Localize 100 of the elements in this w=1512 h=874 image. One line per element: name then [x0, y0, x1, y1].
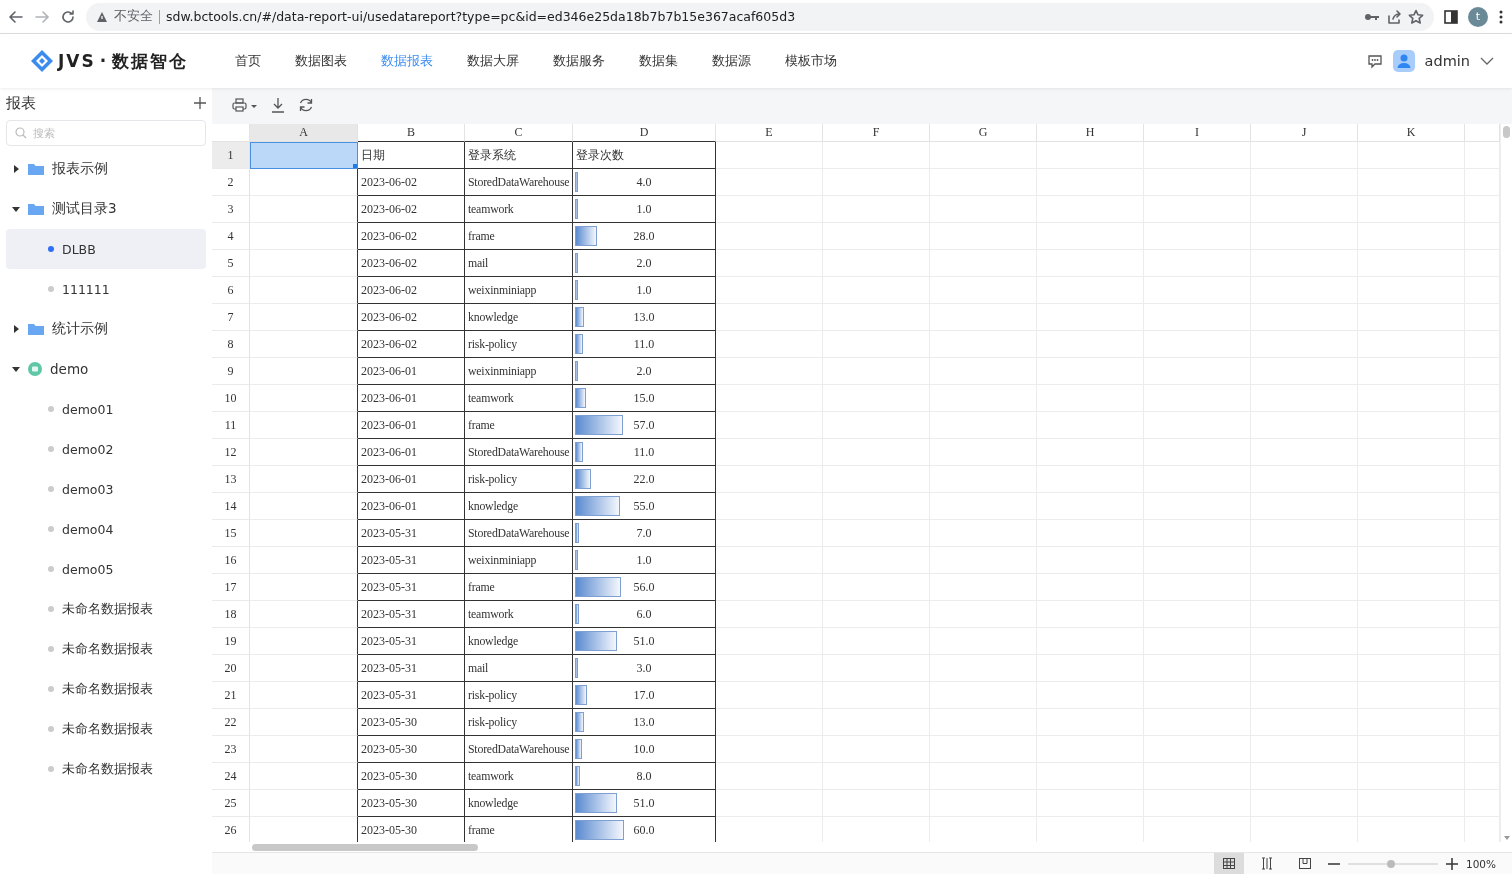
row-header[interactable]: 12	[212, 439, 250, 466]
row-header[interactable]: 16	[212, 547, 250, 574]
tree-item[interactable]: 未命名数据报表	[6, 709, 206, 749]
column-header[interactable]: E	[716, 124, 823, 142]
row-header[interactable]: 13	[212, 466, 250, 493]
column-header[interactable]: G	[930, 124, 1037, 142]
chevron-down-icon[interactable]	[1480, 57, 1494, 65]
print-icon[interactable]	[232, 97, 258, 113]
column-header[interactable]: J	[1251, 124, 1358, 142]
empty-cell[interactable]	[250, 628, 358, 655]
scrollbar-thumb[interactable]	[252, 843, 478, 851]
row-header[interactable]: 22	[212, 709, 250, 736]
tree-item[interactable]: 未命名数据报表	[6, 749, 206, 789]
empty-cell[interactable]	[250, 331, 358, 358]
tree-item[interactable]: demo05	[6, 549, 206, 589]
column-header[interactable]: I	[1144, 124, 1251, 142]
nav-item[interactable]: 数据集	[622, 52, 696, 70]
tree-item[interactable]: 未命名数据报表	[6, 669, 206, 709]
row-header[interactable]: 15	[212, 520, 250, 547]
tree-item[interactable]: demo01	[6, 389, 206, 429]
row-header[interactable]: 5	[212, 250, 250, 277]
column-header[interactable]: H	[1037, 124, 1144, 142]
nav-item[interactable]: 数据报表	[364, 52, 451, 70]
tree-item[interactable]: 未命名数据报表	[6, 589, 206, 629]
column-header[interactable]	[1465, 124, 1500, 142]
selected-cell[interactable]	[250, 142, 358, 169]
add-icon[interactable]	[194, 97, 206, 109]
tree-item[interactable]: 统计示例	[6, 309, 206, 349]
scrollbar-thumb[interactable]	[1503, 126, 1510, 138]
row-header[interactable]: 24	[212, 763, 250, 790]
column-header[interactable]: A	[250, 124, 358, 142]
row-header[interactable]: 3	[212, 196, 250, 223]
reload-icon[interactable]	[60, 8, 76, 25]
forward-icon[interactable]	[34, 8, 50, 25]
nav-item[interactable]: 数据源	[695, 52, 769, 70]
row-header[interactable]: 19	[212, 628, 250, 655]
nav-item[interactable]: 首页	[218, 52, 279, 70]
empty-cell[interactable]	[250, 169, 358, 196]
empty-cell[interactable]	[250, 736, 358, 763]
empty-cell[interactable]	[250, 385, 358, 412]
download-icon[interactable]	[270, 97, 286, 113]
message-icon[interactable]	[1366, 53, 1383, 69]
row-header[interactable]: 10	[212, 385, 250, 412]
share-icon[interactable]	[1386, 8, 1402, 25]
empty-cell[interactable]	[250, 277, 358, 304]
empty-cell[interactable]	[250, 601, 358, 628]
row-header[interactable]: 8	[212, 331, 250, 358]
tree-item[interactable]: 报表示例	[6, 149, 206, 189]
nav-item[interactable]: 模板市场	[768, 52, 855, 70]
row-header[interactable]: 20	[212, 655, 250, 682]
refresh-icon[interactable]	[298, 97, 314, 113]
nav-item[interactable]: 数据服务	[536, 52, 623, 70]
nav-item[interactable]: 数据大屏	[450, 52, 537, 70]
row-header[interactable]: 23	[212, 736, 250, 763]
tree-item[interactable]: demo04	[6, 509, 206, 549]
tree-item[interactable]: demo02	[6, 429, 206, 469]
column-header[interactable]: K	[1358, 124, 1465, 142]
column-header[interactable]: B	[358, 124, 465, 142]
empty-cell[interactable]	[250, 304, 358, 331]
empty-cell[interactable]	[250, 763, 358, 790]
column-header[interactable]: D	[573, 124, 716, 142]
side-panel-icon[interactable]	[1444, 9, 1458, 24]
tree-item[interactable]: 111111	[6, 269, 206, 309]
empty-cell[interactable]	[250, 493, 358, 520]
view-mode-button[interactable]	[1213, 852, 1244, 874]
row-header[interactable]: 25	[212, 790, 250, 817]
row-header[interactable]: 18	[212, 601, 250, 628]
empty-cell[interactable]	[250, 709, 358, 736]
empty-cell[interactable]	[250, 412, 358, 439]
empty-cell[interactable]	[250, 790, 358, 817]
search-field[interactable]: 搜索	[6, 120, 206, 146]
row-header[interactable]: 17	[212, 574, 250, 601]
address-bar[interactable]: 不安全 sdw.bctools.cn/#/data-report-ui/usedatareport?type=pc&id=ed346e25da18b7b7b15e367acaf605d3	[86, 2, 1434, 31]
more-menu-icon[interactable]	[1498, 8, 1504, 25]
empty-cell[interactable]	[250, 439, 358, 466]
slider-thumb[interactable]	[1387, 859, 1396, 868]
column-header[interactable]: F	[823, 124, 930, 142]
row-header[interactable]: 11	[212, 412, 250, 439]
empty-cell[interactable]	[250, 223, 358, 250]
star-icon[interactable]	[1408, 8, 1424, 25]
tree-item[interactable]: DLBB	[6, 229, 206, 269]
row-header[interactable]: 9	[212, 358, 250, 385]
tree-item[interactable]: 未命名数据报表	[6, 629, 206, 669]
row-header[interactable]: 2	[212, 169, 250, 196]
tree-item[interactable]: 测试目录3	[6, 189, 206, 229]
tree-item[interactable]: demo03	[6, 469, 206, 509]
user-name[interactable]: admin	[1424, 53, 1470, 69]
empty-cell[interactable]	[250, 196, 358, 223]
row-header[interactable]: 7	[212, 304, 250, 331]
corner-cell[interactable]	[212, 124, 250, 142]
scroll-down-icon[interactable]	[1503, 836, 1510, 840]
row-header[interactable]: 1	[212, 142, 250, 169]
row-header[interactable]: 6	[212, 277, 250, 304]
row-header[interactable]: 14	[212, 493, 250, 520]
back-icon[interactable]	[8, 8, 24, 25]
empty-cell[interactable]	[250, 682, 358, 709]
empty-cell[interactable]	[250, 547, 358, 574]
empty-cell[interactable]	[250, 250, 358, 277]
nav-item[interactable]: 数据图表	[278, 52, 365, 70]
empty-cell[interactable]	[250, 655, 358, 682]
